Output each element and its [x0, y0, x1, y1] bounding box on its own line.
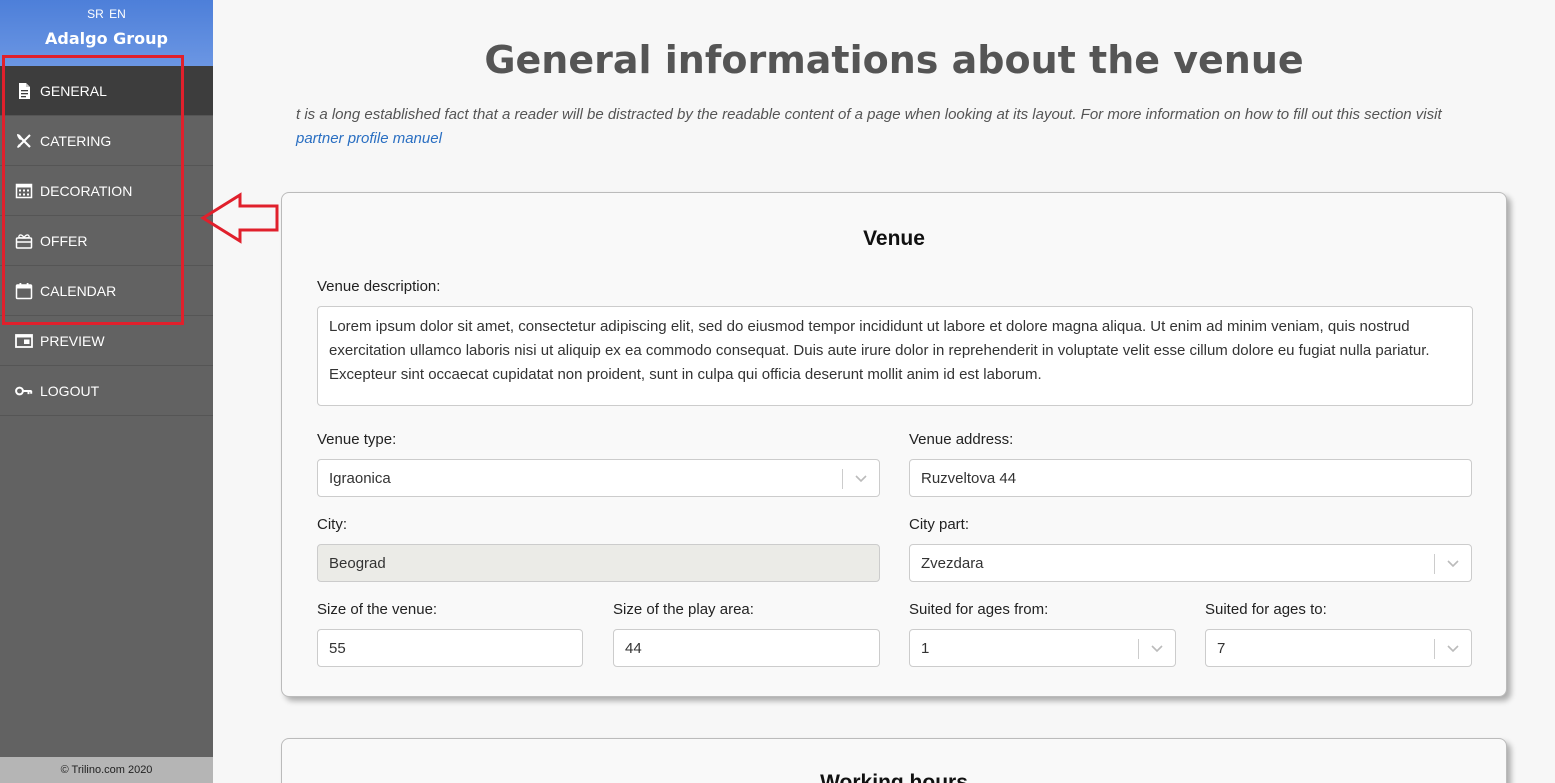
main-content: General informations about the venue t i… [213, 0, 1555, 783]
language-switcher: SR EN [0, 0, 213, 24]
city-label: City: [317, 516, 347, 533]
chevron-down-icon [1447, 560, 1459, 568]
preview-icon [14, 331, 34, 351]
page-title: General informations about the venue [484, 38, 1304, 82]
working-hours-card: Working hours [281, 738, 1507, 783]
venue-type-value: Igraonica [329, 469, 391, 487]
venue-size-input[interactable]: 55 [317, 629, 583, 667]
working-hours-title: Working hours [820, 771, 968, 783]
ages-to-select[interactable]: 7 [1205, 629, 1472, 667]
venue-card-title: Venue [863, 227, 925, 250]
select-separator [1434, 554, 1435, 574]
play-area-value: 44 [625, 639, 642, 657]
venue-description-label: Venue description: [317, 278, 441, 295]
venue-address-value: Ruzveltova 44 [921, 469, 1017, 487]
intro-text: t is a long established fact that a read… [296, 103, 1486, 151]
city-part-value: Zvezdara [921, 554, 984, 572]
ages-to-value: 7 [1217, 639, 1226, 657]
sidebar-item-label: LOGOUT [40, 382, 100, 399]
ages-from-value: 1 [921, 639, 930, 657]
city-part-label: City part: [909, 516, 970, 533]
venue-address-label: Venue address: [909, 431, 1014, 448]
venue-type-label: Venue type: [317, 431, 397, 448]
play-area-input[interactable]: 44 [613, 629, 880, 667]
city-part-select[interactable]: Zvezdara [909, 544, 1472, 582]
lang-en[interactable]: EN [109, 7, 126, 21]
city-input: Beograd [317, 544, 880, 582]
sidebar-item-logout[interactable]: LOGOUT [0, 366, 213, 416]
venue-address-input[interactable]: Ruzveltova 44 [909, 459, 1472, 497]
play-area-label: Size of the play area: [613, 601, 754, 618]
chevron-down-icon [855, 475, 867, 483]
key-icon [14, 381, 34, 401]
select-separator [1138, 639, 1139, 659]
venue-size-label: Size of the venue: [317, 601, 438, 618]
venue-description-textarea[interactable]: Lorem ipsum dolor sit amet, consectetur … [317, 306, 1473, 406]
lang-sr[interactable]: SR [87, 7, 104, 21]
sidebar-item-label: PREVIEW [40, 332, 105, 349]
chevron-down-icon [1447, 645, 1459, 653]
chevron-down-icon [1151, 645, 1163, 653]
ages-to-label: Suited for ages to: [1205, 601, 1327, 618]
select-separator [842, 469, 843, 489]
brand-name: Adalgo Group [45, 29, 168, 48]
copyright-footer: © Trilino.com 2020 [0, 757, 213, 783]
venue-type-select[interactable]: Igraonica [317, 459, 880, 497]
venue-card: Venue Venue description: Lorem ipsum dol… [281, 192, 1507, 697]
ages-from-label: Suited for ages from: [909, 601, 1049, 618]
manual-link[interactable]: partner profile manuel [296, 130, 442, 147]
venue-size-value: 55 [329, 639, 346, 657]
city-value: Beograd [329, 554, 386, 572]
intro-body: t is a long established fact that a read… [296, 106, 1442, 123]
select-separator [1434, 639, 1435, 659]
ages-from-select[interactable]: 1 [909, 629, 1176, 667]
annotation-highlight-box [2, 55, 184, 325]
